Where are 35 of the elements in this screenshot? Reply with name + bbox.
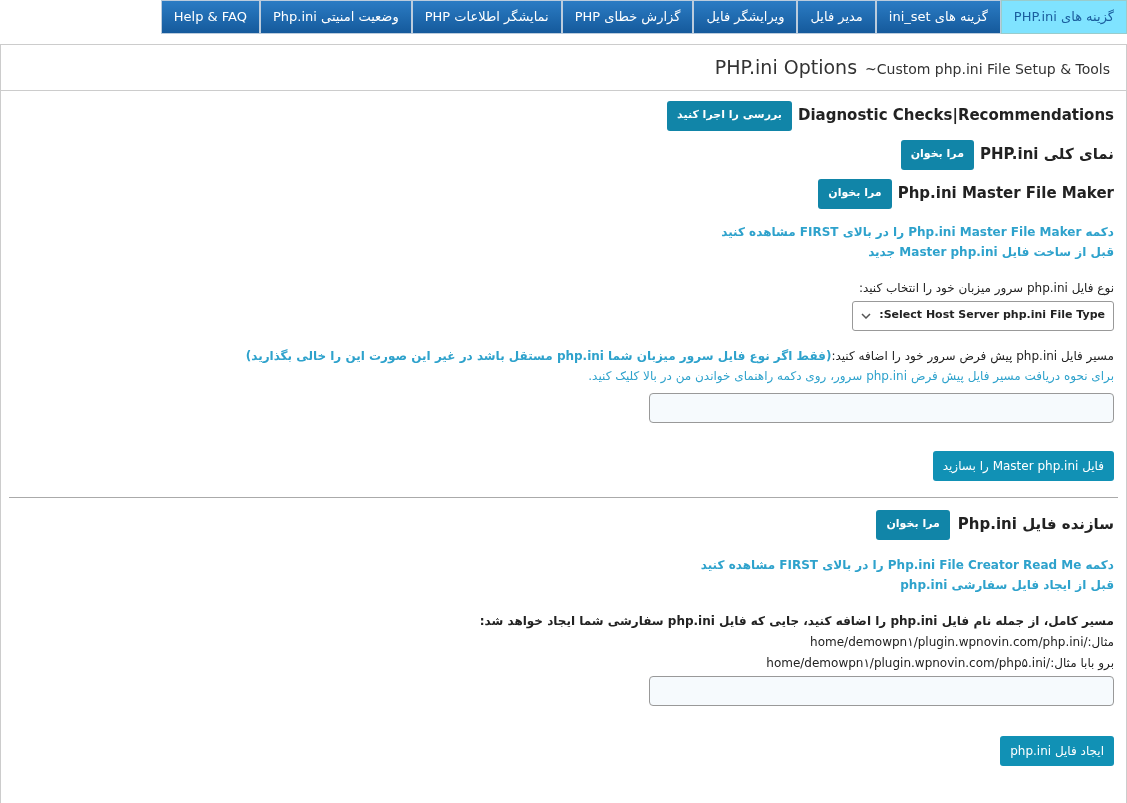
create-file-button[interactable]: ایجاد فایل php.ini [1000, 735, 1114, 766]
field-label: نوع فایل php.ini سرور میزبان خود را انتخاب کنید: [858, 279, 1114, 297]
help-text: دکمه Php.ini Master File Maker را در بالای FIRST مشاهده کنید [720, 223, 1114, 241]
tool-label: نمای کلی PHP.ini [980, 144, 1114, 166]
page-title: PHP.ini Options [714, 55, 858, 80]
host-type-select[interactable]: Select Host Server php.ini File Type: [852, 300, 1114, 331]
example-path: برو بابا مثال:/home/demowpn۱/plugin.wpnovin.com/php۵.ini [765, 654, 1114, 672]
tab[interactable]: Help & FAQ [160, 0, 260, 34]
default-path-field[interactable] [649, 392, 1114, 423]
field-note: (فقط اگر نوع فایل سرور میزبان شما php.ini مستقل باشد در غیر این صورت این را خالی بگذارید) [245, 347, 832, 365]
tab[interactable]: ویرایشگر فایل [693, 0, 798, 34]
field-label: مسیر کامل، از جمله نام فایل php.ini را اضافه کنید، جایی که فایل php.ini سفارشی شما ایجاد خواهد شد: [478, 612, 1114, 630]
tab[interactable]: نمایشگر اطلاعات PHP [411, 0, 562, 34]
read-me-button[interactable]: مرا بخوان [876, 509, 950, 540]
field-label: مسیر فایل php.ini پیش فرض سرور خود را اضافه کنید: [831, 347, 1114, 365]
help-text: قبل از ایجاد فایل سفارشی php.ini [899, 576, 1114, 594]
tab[interactable]: گزینه های ini_set [875, 0, 1001, 34]
tab[interactable]: مدیر فایل [797, 0, 876, 34]
chevron-down-icon [861, 312, 872, 319]
tool-label: Diagnostic Checks|Recommendations [797, 105, 1114, 127]
read-me-button[interactable]: مرا بخوان [818, 178, 892, 209]
read-me-button[interactable]: بررسی را اجرا کنید [667, 100, 792, 131]
read-me-button[interactable]: مرا بخوان [900, 139, 974, 170]
section-heading: سازنده فایل Php.ini [957, 514, 1114, 536]
help-text: قبل از ساخت فایل Master php.ini جدید [867, 243, 1114, 261]
page-subtitle: ~Custom php.ini File Setup & Tools [865, 60, 1110, 79]
file-path-field[interactable] [649, 675, 1114, 706]
example-path: مثال:/home/demowpn۱/plugin.wpnovin.com/php.ini [809, 633, 1114, 651]
tab[interactable]: گزینه های PHP.ini [1000, 0, 1127, 34]
tab[interactable]: وضعیت امنیتی Php.ini [260, 0, 412, 34]
help-text: برای نحوه دریافت مسیر فایل پیش فرض php.ini سرور، روی دکمه راهنمای خواندن من در بالا کلیک کنید. [587, 367, 1114, 385]
tool-label: Php.ini Master File Maker [897, 183, 1114, 205]
help-text: دکمه Php.ini File Creator Read Me را در بالای FIRST مشاهده کنید [699, 556, 1114, 574]
build-master-file-button[interactable]: فایل Master php.ini را بسازید [932, 450, 1114, 481]
tab[interactable]: گزارش خطای PHP [561, 0, 694, 34]
